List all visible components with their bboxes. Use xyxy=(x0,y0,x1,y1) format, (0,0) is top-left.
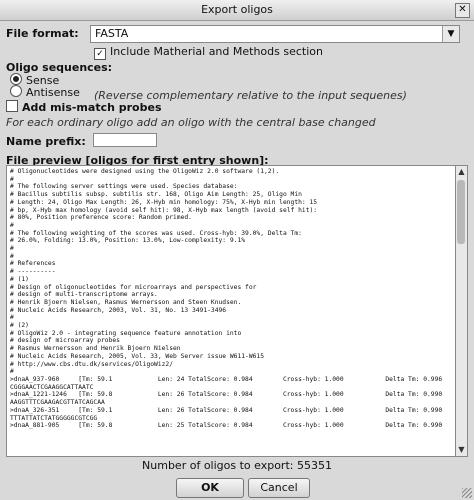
preview-line: >dnaA_1221-1246 [Tm: 59.8 Len: 26 TotalS… xyxy=(10,391,443,399)
title-bar: Export oligos ✕ xyxy=(0,0,474,21)
mismatch-checkbox[interactable]: Add mis-match probes xyxy=(6,100,162,114)
ok-button[interactable]: OK xyxy=(176,478,244,498)
preview-line: # Length: 24, Oligo Max Length: 26, X-Hy… xyxy=(10,198,318,206)
preview-line: # (2) xyxy=(10,322,29,330)
preview-line: # Nucleic Acids Research, 2003, Vol. 31,… xyxy=(10,306,227,314)
preview-line: # xyxy=(10,221,14,229)
preview-line: # Oligonucleotides were designed using t… xyxy=(10,168,280,175)
preview-text: # Oligonucleotides were designed using t… xyxy=(7,166,455,430)
preview-line: # design of microarray probes xyxy=(10,337,120,345)
preview-line: AAGGTTTCGAAGACGTTATCAGCAA xyxy=(10,399,105,407)
preview-line: # The following server settings were use… xyxy=(10,183,238,191)
scrollbar-thumb[interactable] xyxy=(457,180,465,244)
preview-line: # Rasmus Wernersson and Henrik Bjoern Ni… xyxy=(10,345,181,353)
preview-line: >dnaA_881-905 [Tm: 59.8 Len: 25 TotalSco… xyxy=(10,422,443,430)
preview-line: # design of multi-transcriptome arrays. xyxy=(10,291,158,299)
preview-line: # Nucleic Acids Research, 2005, Vol. 33,… xyxy=(10,352,265,360)
preview-line: # 80%, Position preference score: Random… xyxy=(10,214,192,222)
preview-line: >dnaA_937-960 [Tm: 59.1 Len: 24 TotalSco… xyxy=(10,375,443,383)
antisense-label: Antisense xyxy=(26,86,80,99)
window-title: Export oligos xyxy=(201,3,273,16)
resize-grip-icon[interactable] xyxy=(462,488,472,498)
preview-scrollbar[interactable]: ▲ ▼ xyxy=(455,165,468,457)
preview-line: # The following weighting of the scores … xyxy=(10,229,302,237)
file-format-value: FASTA xyxy=(95,27,129,40)
preview-line: TTTATTATCTATGGGGGCGTCGG xyxy=(10,414,98,422)
mismatch-note: For each ordinary oligo add an oligo wit… xyxy=(6,116,376,129)
include-methods-label: Include Matherial and Methods section xyxy=(110,45,323,58)
checkbox-unchecked-icon[interactable] xyxy=(6,100,18,112)
name-prefix-input[interactable] xyxy=(93,133,157,147)
preview-line: # References xyxy=(10,260,56,268)
chevron-down-icon[interactable]: ▼ xyxy=(442,26,459,42)
radio-unselected-icon[interactable] xyxy=(10,85,22,97)
file-format-select[interactable]: FASTA ▼ xyxy=(90,25,460,43)
preview-line: # xyxy=(10,175,14,183)
cancel-button[interactable]: Cancel xyxy=(248,478,310,498)
scroll-up-icon[interactable]: ▲ xyxy=(456,166,467,178)
name-prefix-label: Name prefix: xyxy=(6,135,86,148)
preview-line: # Henrik Bjoern Nielsen, Rasmus Wernerss… xyxy=(10,298,242,306)
include-methods-checkbox[interactable]: ✓ Include Matherial and Methods section xyxy=(94,45,323,60)
preview-line: >dnaA_326-351 [Tm: 59.1 Len: 26 TotalSco… xyxy=(10,406,443,414)
preview-line: # xyxy=(10,368,14,376)
preview-line: # ---------- xyxy=(10,268,56,276)
oligo-count: Number of oligos to export: 55351 xyxy=(142,459,332,472)
preview-line: # Bacillus subtilis subsp. subtilis str.… xyxy=(10,191,302,199)
antisense-radio[interactable]: Antisense xyxy=(10,85,80,99)
file-format-label: File format: xyxy=(6,27,79,40)
preview-line: # Design of oligonucleotides for microar… xyxy=(10,283,257,291)
preview-line: # xyxy=(10,314,14,322)
preview-line: # (1) xyxy=(10,275,29,283)
mismatch-label: Add mis-match probes xyxy=(22,101,162,114)
preview-line: # xyxy=(10,252,14,260)
preview-line: # http://www.cbs.dtu.dk/services/OligoWi… xyxy=(10,360,174,368)
preview-line: # OligoWiz 2.0 - integrating sequence fe… xyxy=(10,329,242,337)
preview-line: CGGGAACTCGAAGGCATTAATC xyxy=(10,383,94,391)
radio-selected-icon[interactable] xyxy=(10,73,22,85)
file-preview-textarea[interactable]: # Oligonucleotides were designed using t… xyxy=(6,165,456,457)
preview-line: # xyxy=(10,245,14,253)
preview-line: # 26.0%, Folding: 13.0%, Position: 13.0%… xyxy=(10,237,246,245)
close-icon[interactable]: ✕ xyxy=(455,3,470,18)
preview-line: # bp, X-Hyb max homology (avoid self hit… xyxy=(10,206,318,214)
scroll-down-icon[interactable]: ▼ xyxy=(456,444,467,456)
checkbox-checked-icon[interactable]: ✓ xyxy=(94,48,106,60)
